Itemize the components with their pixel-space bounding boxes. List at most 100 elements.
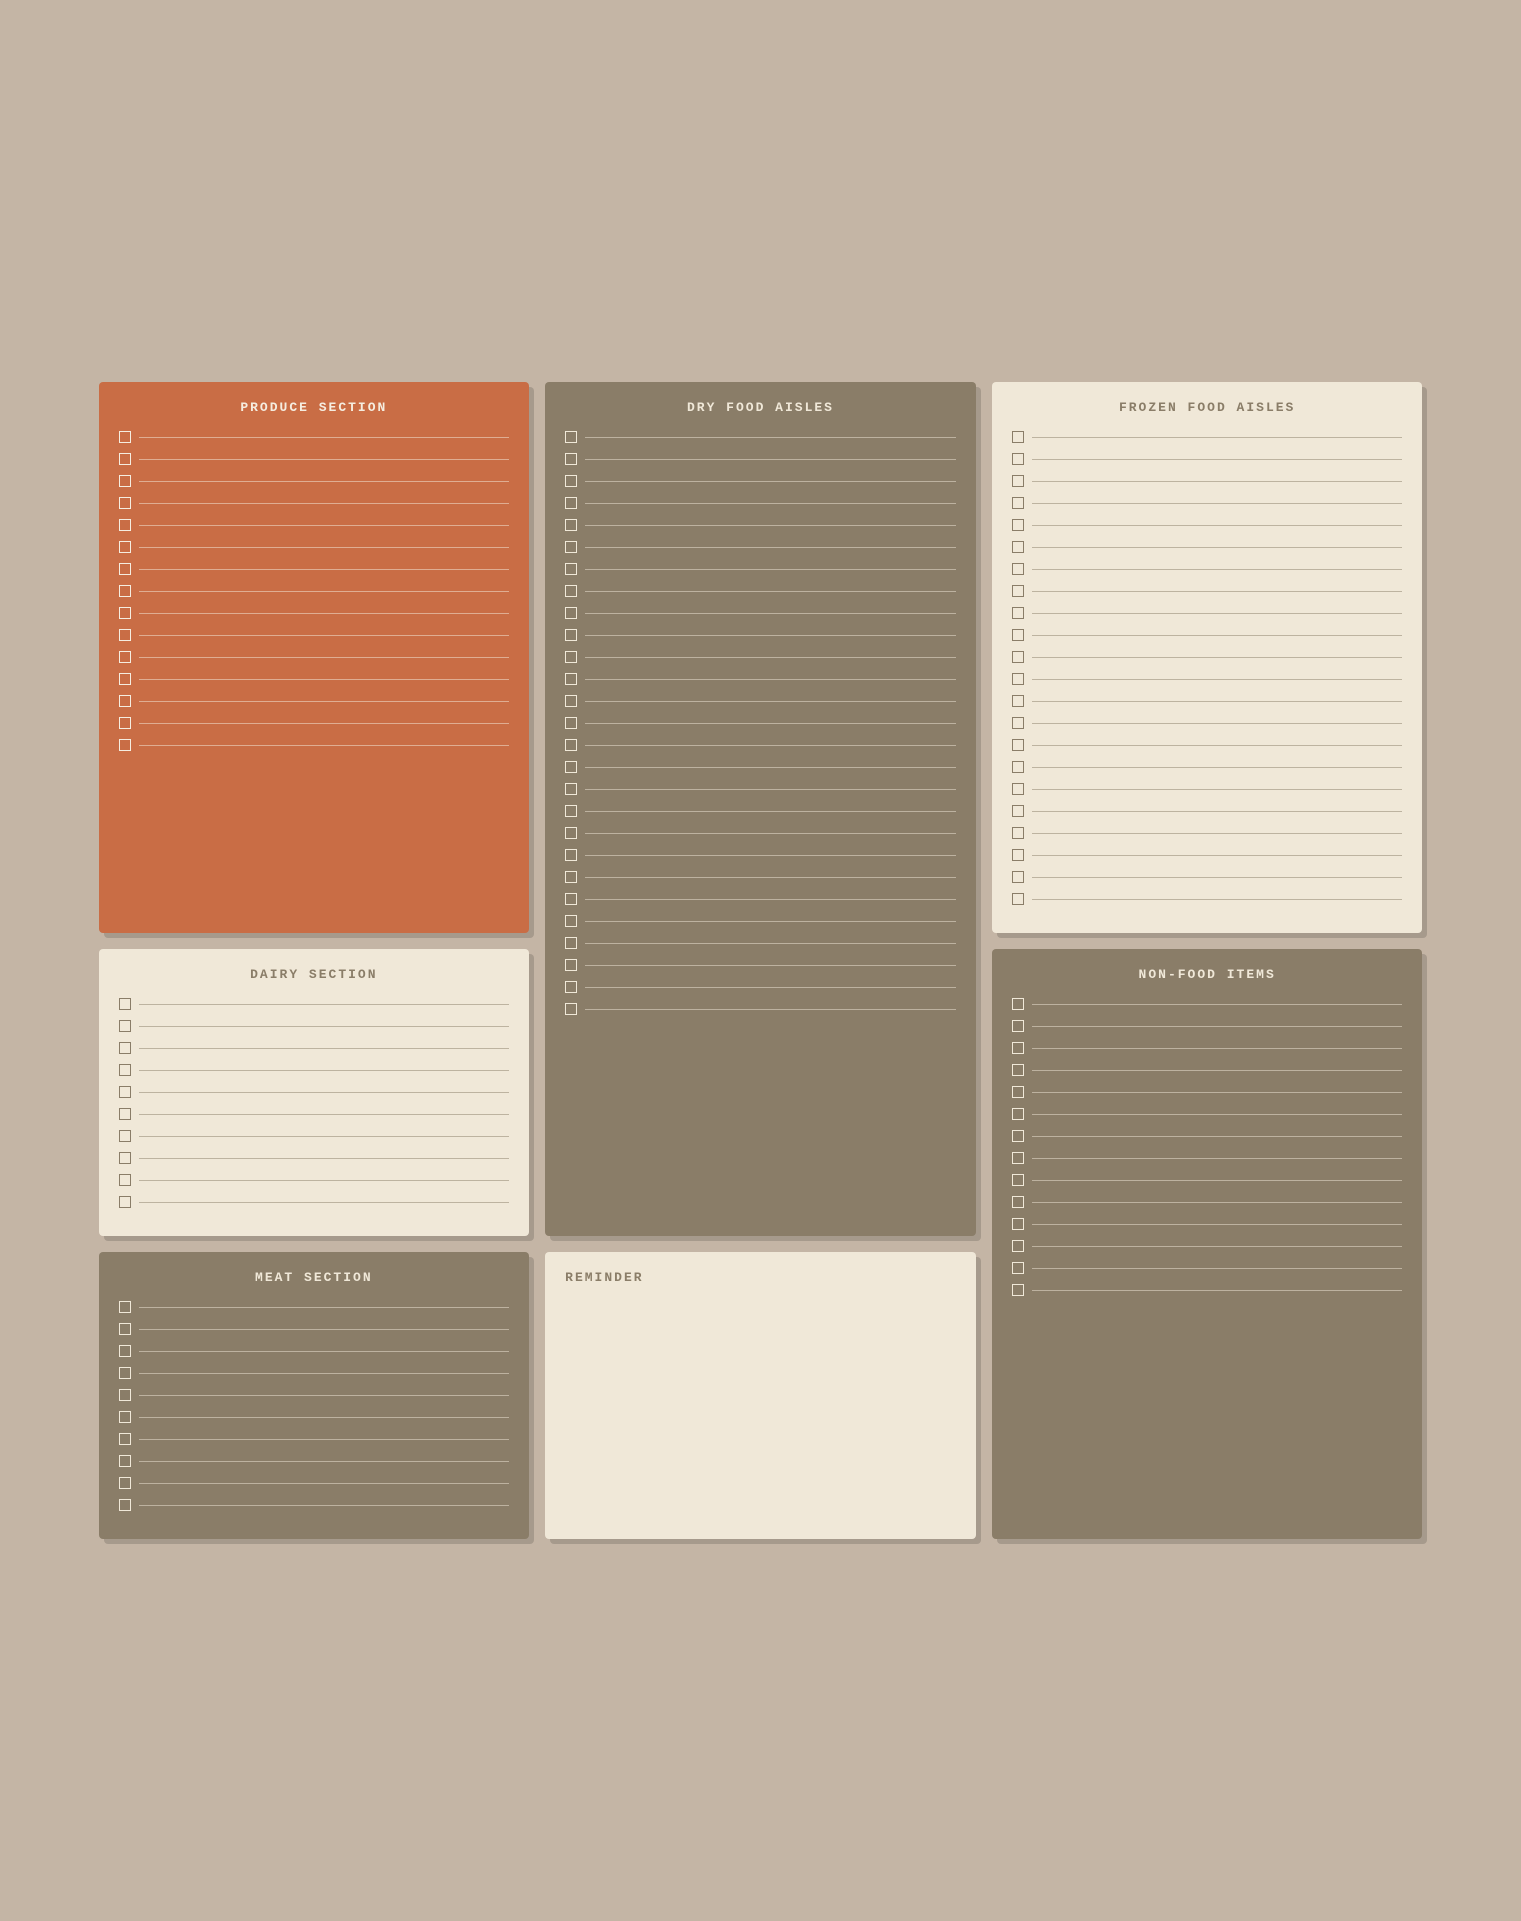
checkbox-icon[interactable] — [565, 783, 577, 795]
checkbox-icon[interactable] — [119, 541, 131, 553]
checkbox-icon[interactable] — [1012, 1130, 1024, 1142]
checkbox-icon[interactable] — [119, 453, 131, 465]
checkbox-icon[interactable] — [565, 673, 577, 685]
list-item[interactable] — [1012, 805, 1403, 817]
list-item[interactable] — [119, 998, 510, 1010]
checkbox-icon[interactable] — [565, 431, 577, 443]
checkbox-icon[interactable] — [1012, 1152, 1024, 1164]
checkbox-icon[interactable] — [565, 981, 577, 993]
list-item[interactable] — [1012, 761, 1403, 773]
list-item[interactable] — [565, 739, 956, 751]
checkbox-icon[interactable] — [565, 497, 577, 509]
checkbox-icon[interactable] — [119, 1152, 131, 1164]
list-item[interactable] — [1012, 1174, 1403, 1186]
checkbox-icon[interactable] — [1012, 871, 1024, 883]
list-item[interactable] — [565, 937, 956, 949]
checkbox-icon[interactable] — [1012, 1020, 1024, 1032]
list-item[interactable] — [565, 761, 956, 773]
checkbox-icon[interactable] — [565, 893, 577, 905]
checkbox-icon[interactable] — [565, 1003, 577, 1015]
list-item[interactable] — [565, 453, 956, 465]
list-item[interactable] — [1012, 739, 1403, 751]
checkbox-icon[interactable] — [565, 475, 577, 487]
checkbox-icon[interactable] — [1012, 563, 1024, 575]
list-item[interactable] — [1012, 475, 1403, 487]
list-item[interactable] — [119, 1196, 510, 1208]
list-item[interactable] — [119, 1174, 510, 1186]
list-item[interactable] — [1012, 607, 1403, 619]
list-item[interactable] — [1012, 1020, 1403, 1032]
checkbox-icon[interactable] — [119, 1433, 131, 1445]
checkbox-icon[interactable] — [119, 1367, 131, 1379]
list-item[interactable] — [119, 695, 510, 707]
checkbox-icon[interactable] — [119, 717, 131, 729]
list-item[interactable] — [1012, 1284, 1403, 1296]
checkbox-icon[interactable] — [1012, 1042, 1024, 1054]
checkbox-icon[interactable] — [119, 1411, 131, 1423]
checkbox-icon[interactable] — [119, 1323, 131, 1335]
list-item[interactable] — [565, 827, 956, 839]
checkbox-icon[interactable] — [119, 739, 131, 751]
checkbox-icon[interactable] — [1012, 717, 1024, 729]
checkbox-icon[interactable] — [119, 695, 131, 707]
list-item[interactable] — [119, 1323, 510, 1335]
list-item[interactable] — [565, 783, 956, 795]
checkbox-icon[interactable] — [119, 998, 131, 1010]
list-item[interactable] — [565, 651, 956, 663]
list-item[interactable] — [565, 1003, 956, 1015]
checkbox-icon[interactable] — [1012, 1064, 1024, 1076]
list-item[interactable] — [565, 871, 956, 883]
list-item[interactable] — [1012, 497, 1403, 509]
list-item[interactable] — [565, 717, 956, 729]
checkbox-icon[interactable] — [119, 651, 131, 663]
checkbox-icon[interactable] — [1012, 805, 1024, 817]
list-item[interactable] — [565, 695, 956, 707]
checkbox-icon[interactable] — [1012, 1262, 1024, 1274]
checkbox-icon[interactable] — [1012, 585, 1024, 597]
checkbox-icon[interactable] — [1012, 497, 1024, 509]
list-item[interactable] — [1012, 1086, 1403, 1098]
list-item[interactable] — [1012, 585, 1403, 597]
list-item[interactable] — [1012, 431, 1403, 443]
list-item[interactable] — [119, 1499, 510, 1511]
checkbox-icon[interactable] — [1012, 629, 1024, 641]
checkbox-icon[interactable] — [119, 431, 131, 443]
list-item[interactable] — [119, 1130, 510, 1142]
checkbox-icon[interactable] — [565, 607, 577, 619]
list-item[interactable] — [1012, 453, 1403, 465]
checkbox-icon[interactable] — [119, 1086, 131, 1098]
list-item[interactable] — [1012, 695, 1403, 707]
list-item[interactable] — [1012, 1064, 1403, 1076]
checkbox-icon[interactable] — [1012, 519, 1024, 531]
checkbox-icon[interactable] — [1012, 827, 1024, 839]
list-item[interactable] — [119, 453, 510, 465]
checkbox-icon[interactable] — [1012, 475, 1024, 487]
list-item[interactable] — [565, 585, 956, 597]
checkbox-icon[interactable] — [565, 629, 577, 641]
checkbox-icon[interactable] — [119, 673, 131, 685]
checkbox-icon[interactable] — [1012, 739, 1024, 751]
checkbox-icon[interactable] — [565, 453, 577, 465]
checkbox-icon[interactable] — [1012, 783, 1024, 795]
list-item[interactable] — [1012, 871, 1403, 883]
checkbox-icon[interactable] — [119, 1130, 131, 1142]
checkbox-icon[interactable] — [119, 1455, 131, 1467]
checkbox-icon[interactable] — [119, 629, 131, 641]
list-item[interactable] — [119, 1367, 510, 1379]
checkbox-icon[interactable] — [119, 585, 131, 597]
checkbox-icon[interactable] — [1012, 1218, 1024, 1230]
checkbox-icon[interactable] — [565, 519, 577, 531]
list-item[interactable] — [119, 607, 510, 619]
list-item[interactable] — [565, 915, 956, 927]
checkbox-icon[interactable] — [119, 1196, 131, 1208]
list-item[interactable] — [119, 1433, 510, 1445]
checkbox-icon[interactable] — [565, 959, 577, 971]
list-item[interactable] — [119, 563, 510, 575]
checkbox-icon[interactable] — [1012, 651, 1024, 663]
checkbox-icon[interactable] — [565, 827, 577, 839]
checkbox-icon[interactable] — [1012, 1240, 1024, 1252]
list-item[interactable] — [1012, 1042, 1403, 1054]
list-item[interactable] — [119, 1455, 510, 1467]
list-item[interactable] — [565, 475, 956, 487]
list-item[interactable] — [565, 431, 956, 443]
